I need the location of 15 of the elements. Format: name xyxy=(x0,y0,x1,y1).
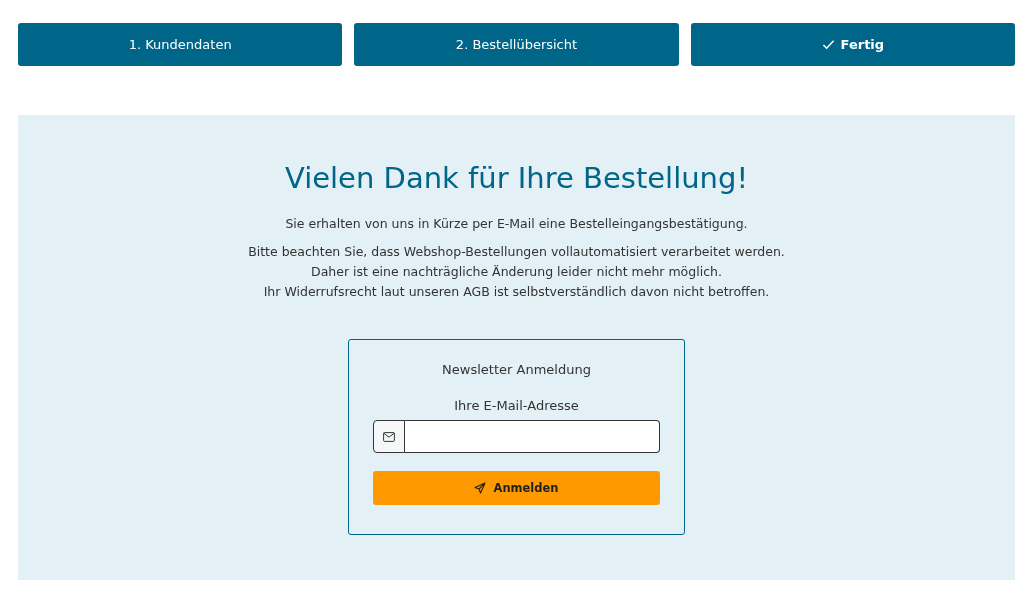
subscribe-button[interactable]: Anmelden xyxy=(373,471,660,505)
info-text: Daher ist eine nachträgliche Änderung leider nicht mehr möglich. xyxy=(310,263,723,281)
info-text: Ihr Widerrufsrecht laut unseren AGB ist selbstverständlich davon nicht betroffen. xyxy=(262,283,771,301)
newsletter-title: Newsletter Anmeldung xyxy=(442,362,591,377)
envelope-icon xyxy=(383,431,395,442)
thank-you-heading: Vielen Dank für Ihre Bestellung! xyxy=(284,161,749,195)
step-tab[interactable]: 1. Kundendaten xyxy=(18,23,343,66)
step-tab[interactable]: Fertig xyxy=(690,23,1015,66)
info-text: Sie erhalten von uns in Kürze per E-Mail eine Bestelleingangsbestätigung. xyxy=(285,215,748,233)
step-tab[interactable]: 2. Bestellübersicht xyxy=(354,23,679,66)
check-icon xyxy=(821,38,835,51)
email-label: Ihre E-Mail-Adresse xyxy=(454,398,579,413)
paper-plane-icon xyxy=(474,482,487,494)
info-text: Bitte beachten Sie, dass Webshop-Bestellungen vollautomatisiert verarbeitet werden. xyxy=(248,243,785,261)
email-field[interactable] xyxy=(405,420,660,453)
